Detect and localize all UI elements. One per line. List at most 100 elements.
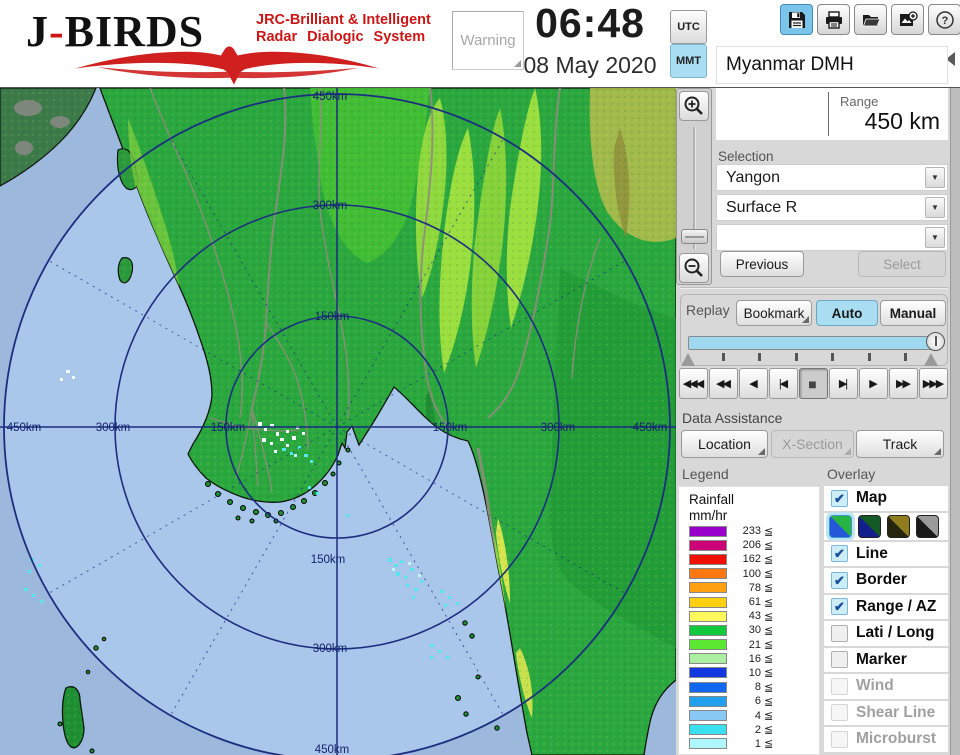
overlay-item-range-az[interactable]: ✔ Range / AZ: [824, 594, 948, 619]
slider-end-marker[interactable]: [924, 353, 938, 366]
map-style-night[interactable]: [858, 514, 881, 538]
bookmark-button[interactable]: Bookmark: [736, 300, 812, 326]
replay-timeline-slider[interactable]: [688, 336, 936, 350]
checkbox[interactable]: ✔: [831, 571, 848, 589]
less-equal-icon: ≦: [764, 667, 774, 680]
legend-section-label: Legend: [682, 466, 729, 482]
select-button[interactable]: Select: [858, 251, 946, 277]
fast-rewind-2-button[interactable]: ◀◀: [709, 368, 738, 399]
timezone-utc-button[interactable]: UTC: [670, 10, 707, 44]
zoom-out-button[interactable]: [679, 253, 709, 283]
overlay-item-label: Shear Line: [856, 703, 936, 721]
overlay-options: ✔ Map ✔ Line ✔ Border ✔ Range / AZ Lati / Long Ma…: [824, 486, 948, 755]
help-icon: ?: [935, 10, 954, 29]
less-equal-icon: ≦: [764, 582, 774, 595]
overlay-item-line[interactable]: ✔ Line: [824, 541, 948, 566]
selection-label: Selection: [718, 149, 774, 164]
stop-button[interactable]: ■: [799, 368, 828, 399]
less-equal-icon: ≦: [764, 596, 774, 609]
less-equal-icon: ≦: [764, 539, 774, 552]
map-style-olive[interactable]: [887, 514, 910, 538]
radar-map[interactable]: 450km 300km 150km 150km 300km 450km 450k…: [0, 87, 677, 755]
print-button[interactable]: [817, 4, 850, 35]
legend-value: 206: [742, 539, 761, 552]
less-equal-icon: ≦: [764, 553, 774, 566]
overlay-item-map[interactable]: ✔ Map: [824, 486, 948, 511]
play-forward-icon: ▶: [869, 378, 878, 390]
range-label: Range: [840, 94, 879, 109]
manual-mode-button[interactable]: Manual: [880, 300, 946, 326]
play-forward-button[interactable]: ▶: [859, 368, 888, 399]
logo-tagline: JRC-Brilliant & Intelligent Radar Dialog…: [256, 12, 431, 45]
overlay-item-lati-long[interactable]: Lati / Long: [824, 621, 948, 646]
site-dropdown-value: Yangon: [726, 168, 780, 186]
location-button[interactable]: Location: [681, 430, 768, 458]
overlay-item-microburst: Microburst: [824, 727, 948, 752]
previous-button[interactable]: Previous: [720, 251, 804, 277]
svg-text:450km: 450km: [7, 422, 42, 434]
checkbox[interactable]: ✔: [831, 489, 848, 507]
slider-start-marker[interactable]: [681, 353, 695, 366]
legend-row: 10 ≦: [689, 666, 819, 680]
option-dropdown[interactable]: ▼: [716, 224, 948, 251]
fast-forward-2-button[interactable]: ▶▶: [889, 368, 918, 399]
slider-tick: [758, 353, 761, 361]
svg-text:300km: 300km: [96, 422, 131, 434]
svg-text:150km: 150km: [311, 554, 346, 566]
right-edge-strip: [950, 40, 960, 755]
legend-value: 30: [748, 624, 761, 637]
timezone-mmt-button[interactable]: MMT: [670, 44, 707, 78]
overlay-item-label: Line: [856, 544, 888, 562]
legend-color-swatch: [689, 695, 727, 707]
station-name-field[interactable]: Myanmar DMH: [716, 46, 948, 84]
stop-icon: ■: [808, 375, 817, 392]
site-dropdown[interactable]: Yangon ▼: [716, 164, 948, 191]
save-icon: [788, 11, 805, 28]
overlay-item-border[interactable]: ✔ Border: [824, 568, 948, 593]
map-style-day[interactable]: [829, 514, 852, 538]
track-button[interactable]: Track: [856, 430, 944, 458]
chevron-down-icon[interactable]: ▼: [925, 227, 945, 248]
print-icon: [825, 10, 842, 29]
app-logo: J-BIRDS JRC-Brilliant & Intelligent Rada…: [14, 4, 434, 85]
zoom-slider-handle[interactable]: [681, 229, 708, 244]
overlay-item-marker[interactable]: Marker: [824, 647, 948, 672]
legend-title: Rainfall: [689, 492, 735, 507]
overlay-item-shear-line: Shear Line: [824, 700, 948, 725]
replay-slider-handle[interactable]: [926, 332, 945, 351]
checkbox[interactable]: [831, 624, 848, 642]
auto-mode-button[interactable]: Auto: [816, 300, 878, 326]
map-style-mono[interactable]: [916, 514, 939, 538]
checkbox[interactable]: ✔: [831, 545, 848, 563]
help-button[interactable]: ?: [928, 4, 960, 35]
less-equal-icon: ≦: [764, 610, 774, 623]
open-folder-button[interactable]: [854, 4, 887, 35]
legend-color-swatch: [689, 553, 727, 565]
save-button[interactable]: [780, 4, 813, 35]
step-last-button[interactable]: ▶|: [829, 368, 858, 399]
legend-row: 43 ≦: [689, 609, 819, 623]
legend-color-swatch: [689, 667, 727, 679]
legend-value: 1: [754, 737, 761, 750]
less-equal-icon: ≦: [764, 568, 774, 581]
product-dropdown[interactable]: Surface R ▼: [716, 194, 948, 221]
zoom-in-button[interactable]: [679, 91, 709, 121]
zoom-in-icon: [684, 96, 703, 115]
play-backward-button[interactable]: ◀: [739, 368, 768, 399]
overlay-item-label: Lati / Long: [856, 624, 935, 642]
export-image-button[interactable]: [891, 4, 924, 35]
legend-row: 233 ≦: [689, 524, 819, 538]
legend-row: 2 ≦: [689, 723, 819, 737]
x-section-button[interactable]: X-Section: [771, 430, 854, 458]
chevron-down-icon[interactable]: ▼: [925, 167, 945, 188]
legend-row: 162 ≦: [689, 552, 819, 566]
fast-forward-3-button[interactable]: ▶▶▶: [919, 368, 948, 399]
legend-value: 6: [754, 695, 761, 708]
step-first-button[interactable]: |◀: [769, 368, 798, 399]
legend-value: 4: [754, 709, 761, 722]
checkbox[interactable]: [831, 651, 848, 669]
fast-rewind-3-button[interactable]: ◀◀◀: [679, 368, 708, 399]
legend-color-swatch: [689, 568, 727, 580]
chevron-down-icon[interactable]: ▼: [925, 197, 945, 218]
checkbox[interactable]: ✔: [831, 598, 848, 616]
